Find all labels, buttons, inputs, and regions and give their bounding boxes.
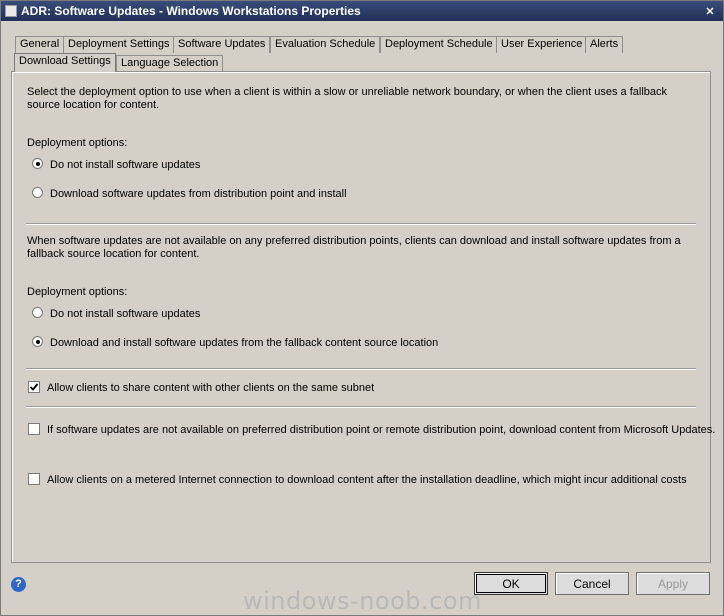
watermark: windows-noob.com — [243, 587, 482, 615]
apply-button[interactable]: Apply — [636, 572, 710, 595]
cancel-button[interactable]: Cancel — [555, 572, 629, 595]
tab-alerts[interactable]: Alerts — [585, 36, 624, 53]
help-icon[interactable]: ? — [11, 577, 26, 592]
section2-radio-download-fallback[interactable] — [32, 336, 43, 347]
tab-download-settings[interactable]: Download Settings — [14, 53, 116, 72]
tab-general[interactable]: General — [15, 36, 65, 53]
microsoft-updates-label[interactable]: If software updates are not available on… — [47, 424, 715, 437]
checkmark-icon — [29, 383, 39, 391]
ok-button[interactable]: OK — [474, 572, 548, 595]
share-subnet-checkbox[interactable] — [28, 381, 40, 393]
metered-connection-label[interactable]: Allow clients on a metered Internet conn… — [47, 474, 687, 487]
section1-options-label: Deployment options: — [27, 137, 128, 149]
separator — [26, 223, 696, 225]
section2-description: When software updates are not available … — [27, 235, 681, 260]
tab-deployment-schedule[interactable]: Deployment Schedule — [380, 36, 498, 53]
tab-language-selection[interactable]: Language Selection — [116, 55, 224, 72]
title-bar[interactable]: ADR: Software Updates - Windows Workstat… — [1, 1, 723, 21]
tab-panel-download-settings: Select the deployment option to use when… — [11, 71, 715, 563]
section1-radio-download-from-dp[interactable] — [32, 187, 43, 198]
tab-deployment-settings[interactable]: Deployment Settings — [63, 36, 175, 53]
tab-user-experience[interactable]: User Experience — [496, 36, 588, 53]
section1-description: Select the deployment option to use when… — [27, 86, 667, 111]
section2-radio-do-not-install[interactable] — [32, 307, 43, 318]
window-title: ADR: Software Updates - Windows Workstat… — [21, 4, 361, 18]
properties-dialog: ADR: Software Updates - Windows Workstat… — [0, 0, 724, 616]
section2-option2-label[interactable]: Download and install software updates fr… — [50, 337, 438, 350]
close-button[interactable]: ✕ — [702, 3, 718, 19]
tab-software-updates[interactable]: Software Updates — [173, 36, 271, 53]
tab-evaluation-schedule[interactable]: Evaluation Schedule — [270, 36, 381, 53]
section1-radio-do-not-install[interactable] — [32, 158, 43, 169]
section2-options-label: Deployment options: — [27, 286, 128, 298]
section1-option2-label[interactable]: Download software updates from distribut… — [50, 188, 347, 201]
separator — [26, 406, 696, 408]
section2-option1-label[interactable]: Do not install software updates — [50, 308, 200, 321]
metered-connection-checkbox[interactable] — [28, 473, 40, 485]
separator — [26, 368, 696, 370]
section1-option1-label[interactable]: Do not install software updates — [50, 159, 200, 172]
microsoft-updates-checkbox[interactable] — [28, 423, 40, 435]
share-subnet-label[interactable]: Allow clients to share content with othe… — [47, 382, 374, 395]
window-icon — [5, 5, 17, 17]
